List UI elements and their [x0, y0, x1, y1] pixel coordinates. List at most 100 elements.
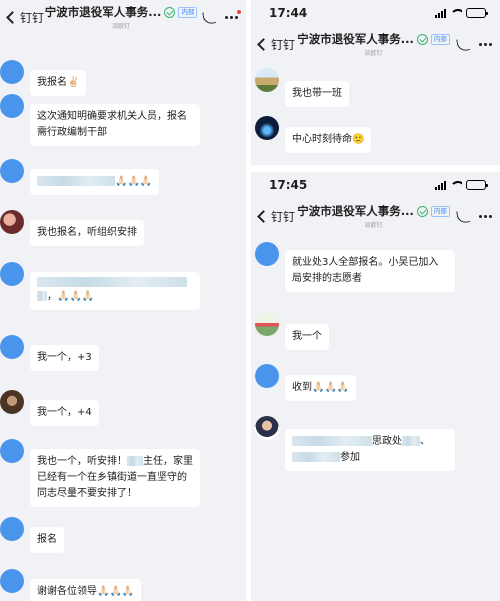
message-bubble[interactable]: 我也带一班: [285, 81, 349, 107]
back-button[interactable]: 钉钉: [257, 36, 295, 53]
chat-title: 宁波市退役军人事务...: [44, 5, 162, 19]
message-item: 我报名✌🏻: [0, 54, 87, 96]
message-bubble[interactable]: 我报名✌🏻: [30, 70, 87, 96]
chat-title: 宁波市退役军人事务...: [297, 32, 414, 46]
message-bubble[interactable]: 思政处 、 参加: [285, 429, 455, 471]
message-item: 思政处 、 参加: [255, 416, 455, 471]
message-bubble[interactable]: 就业处3人全部报名。小吴已加入局安排的志愿者: [285, 250, 455, 292]
signal-icon: [435, 180, 446, 190]
phone-icon[interactable]: [456, 37, 470, 51]
redacted-text: [127, 456, 143, 466]
chat-title-area[interactable]: 宁波市退役军人事务... 内部 派欧钉: [295, 31, 452, 57]
chat-subtitle: 派欧钉: [364, 50, 383, 57]
message-item: 收到🙏🏻🙏🏻🙏🏻: [255, 364, 357, 401]
avatar[interactable]: [0, 439, 24, 463]
avatar[interactable]: [0, 94, 24, 118]
avatar[interactable]: [0, 517, 24, 541]
message-item: 我一个，+4: [0, 390, 99, 426]
message-bubble[interactable]: 报名: [30, 527, 64, 553]
message-bubble[interactable]: ，🙏🏻🙏🏻🙏🏻: [30, 272, 200, 310]
message-item: 就业处3人全部报名。小吴已加入局安排的志愿者: [255, 242, 455, 292]
signal-icon: [435, 8, 446, 18]
message-bubble[interactable]: 我一个，+4: [30, 400, 99, 426]
message-bubble[interactable]: 这次通知明确要求机关人员，报名需行政编制干部: [30, 104, 200, 146]
verified-icon: [416, 33, 428, 45]
avatar[interactable]: [0, 569, 24, 593]
avatar[interactable]: [0, 262, 24, 286]
chat-title-area[interactable]: 宁波市退役军人事务... 内部 派欧钉: [44, 4, 198, 30]
wifi-icon: [450, 180, 462, 190]
chat-header: 钉钉 宁波市退役军人事务... 内部 派欧钉: [0, 0, 246, 34]
chevron-left-icon: [6, 10, 19, 24]
internal-tag: 内部: [178, 6, 198, 18]
chevron-left-icon: [257, 209, 270, 223]
message-text: 🙏🏻🙏🏻🙏🏻: [115, 176, 153, 187]
avatar[interactable]: [0, 210, 24, 234]
message-text: ，🙏🏻🙏🏻🙏🏻: [47, 291, 95, 302]
redacted-text: [37, 176, 115, 186]
message-item: 谢谢各位领导🙏🏻🙏🏻🙏🏻: [0, 569, 142, 601]
message-bubble[interactable]: 我也报名，听组织安排: [30, 220, 144, 246]
avatar[interactable]: [255, 242, 279, 266]
avatar[interactable]: [255, 68, 279, 92]
avatar[interactable]: [0, 159, 24, 183]
back-label: 钉钉: [271, 209, 296, 224]
chevron-left-icon: [257, 37, 270, 51]
chat-panel-right-top: 17:44 钉钉 宁波市退役军人事务... 内部 派欧钉 我也带一班 中心时刻待…: [251, 0, 500, 165]
back-label: 钉钉: [20, 10, 45, 25]
message-item: 这次通知明确要求机关人员，报名需行政编制干部: [0, 94, 200, 146]
message-item: 我一个: [255, 312, 329, 350]
battery-icon: [466, 180, 488, 190]
chat-panel-left: 钉钉 宁波市退役军人事务... 内部 派欧钉 我报名✌🏻 这次通知明确要求机关人…: [0, 0, 246, 601]
chat-subtitle: 派欧钉: [364, 222, 383, 229]
verified-icon: [416, 205, 428, 217]
avatar[interactable]: [0, 390, 24, 414]
redacted-text: [402, 436, 420, 446]
chat-subtitle: 派欧钉: [112, 23, 131, 30]
message-bubble[interactable]: 我也一个，听安排！ 主任，家里已经有一个在乡镇街道一直坚守的同志尽量不要安排了！: [30, 449, 200, 507]
message-item: ，🙏🏻🙏🏻🙏🏻: [0, 262, 200, 310]
avatar[interactable]: [0, 335, 24, 359]
chat-title: 宁波市退役军人事务...: [297, 204, 414, 218]
internal-tag: 内部: [430, 205, 450, 217]
more-icon[interactable]: [479, 42, 492, 46]
avatar[interactable]: [255, 416, 279, 440]
message-text: 参加: [340, 452, 360, 463]
notification-dot-icon: [237, 9, 241, 14]
more-icon[interactable]: [479, 214, 492, 218]
back-button[interactable]: 钉钉: [6, 9, 44, 26]
verified-icon: [164, 6, 176, 18]
chat-header: 钉钉 宁波市退役军人事务... 内部 派欧钉: [251, 26, 500, 62]
avatar[interactable]: [0, 60, 24, 84]
avatar[interactable]: [255, 312, 279, 336]
avatar[interactable]: [255, 364, 279, 388]
message-bubble[interactable]: 收到🙏🏻🙏🏻🙏🏻: [285, 375, 357, 401]
message-item: 报名: [0, 517, 64, 553]
message-item: 我也带一班: [255, 68, 349, 107]
wifi-icon: [450, 8, 462, 18]
avatar[interactable]: [255, 116, 279, 140]
message-text: 思政处: [372, 436, 402, 447]
status-bar: 17:44: [251, 0, 500, 26]
chat-header: 钉钉 宁波市退役军人事务... 内部 派欧钉: [251, 198, 500, 234]
message-text: 我也一个，听安排！: [37, 456, 127, 467]
more-icon[interactable]: [225, 9, 241, 19]
message-bubble[interactable]: 我一个: [285, 324, 329, 350]
status-bar: 17:45: [251, 172, 500, 198]
status-time: 17:44: [269, 6, 308, 20]
message-bubble[interactable]: 我一个，+3: [30, 345, 99, 371]
phone-icon[interactable]: [456, 209, 470, 223]
message-text: 、: [420, 436, 430, 447]
phone-icon[interactable]: [202, 10, 216, 24]
redacted-text: [37, 291, 47, 301]
redacted-text: [292, 436, 372, 446]
internal-tag: 内部: [430, 33, 450, 45]
message-item: 我也一个，听安排！ 主任，家里已经有一个在乡镇街道一直坚守的同志尽量不要安排了！: [0, 439, 200, 507]
message-bubble[interactable]: 谢谢各位领导🙏🏻🙏🏻🙏🏻: [30, 579, 142, 601]
chat-title-area[interactable]: 宁波市退役军人事务... 内部 派欧钉: [295, 203, 452, 229]
redacted-text: [37, 277, 187, 287]
back-button[interactable]: 钉钉: [257, 208, 295, 225]
message-bubble[interactable]: 中心时刻待命🙂: [285, 127, 372, 153]
message-item: 我也报名，听组织安排: [0, 210, 144, 246]
message-bubble[interactable]: 🙏🏻🙏🏻🙏🏻: [30, 169, 160, 195]
